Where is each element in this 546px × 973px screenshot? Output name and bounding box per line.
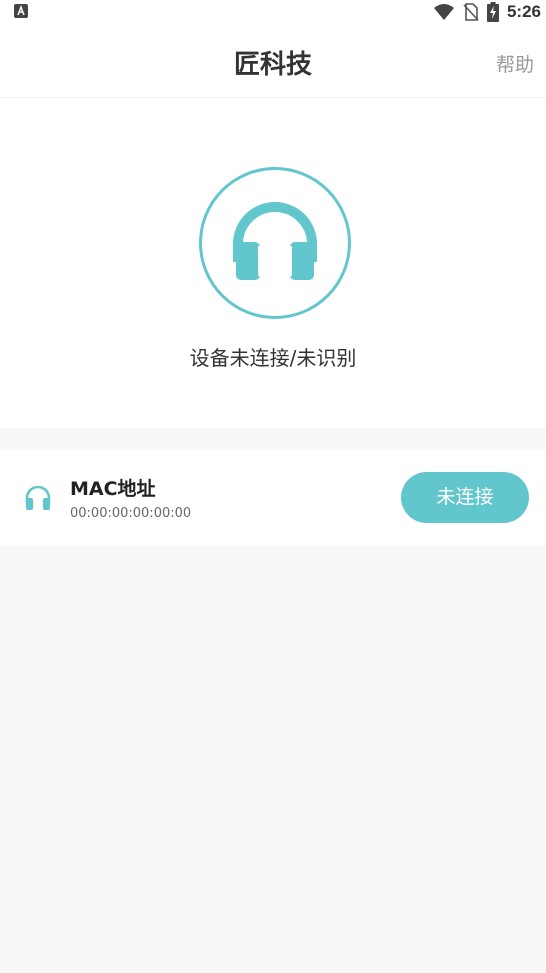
connect-button[interactable]: 未连接 — [401, 472, 529, 523]
wifi-icon — [433, 4, 454, 20]
status-icons: 5:26 — [433, 2, 541, 22]
status-time: 5:26 — [506, 2, 541, 21]
headphones-icon — [233, 202, 317, 280]
battery-charging-icon — [486, 2, 499, 22]
mac-address-label: MAC地址 — [70, 478, 156, 500]
page-title: 匠科技 — [233, 50, 312, 80]
device-info-row: MAC地址 00:00:00:00:00:00 未连接 — [0, 450, 546, 546]
no-sim-icon — [463, 3, 479, 21]
help-button[interactable]: 帮助 — [496, 50, 534, 77]
app-bar: 匠科技 帮助 — [0, 24, 546, 98]
mac-address-value: 00:00:00:00:00:00 — [70, 506, 192, 521]
device-status-panel: 设备未连接/未识别 — [0, 98, 546, 428]
accessibility-icon — [14, 4, 28, 18]
headphones-icon — [25, 485, 51, 510]
device-status-text: 设备未连接/未识别 — [189, 346, 357, 370]
status-bar: 5:26 — [0, 0, 546, 24]
